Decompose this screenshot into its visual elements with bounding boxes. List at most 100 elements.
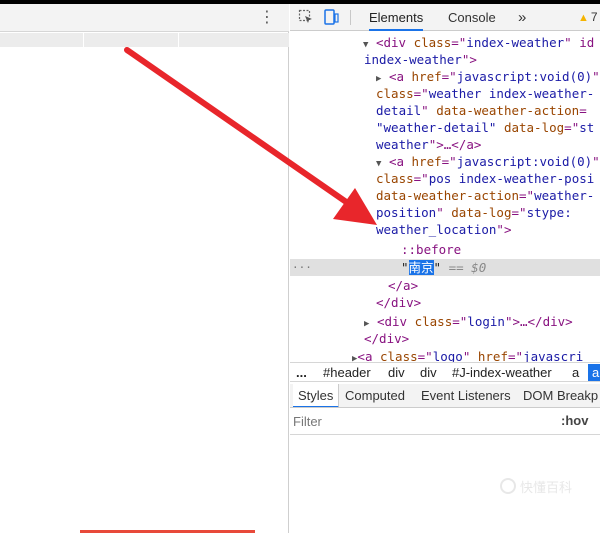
value-token: logo xyxy=(432,349,463,362)
attr-token: href xyxy=(411,69,442,84)
tag-token: ">…</div> xyxy=(504,314,573,329)
tag-token: <a xyxy=(388,154,412,169)
punct-token: =" xyxy=(452,314,468,329)
value-token: login xyxy=(467,314,505,329)
dom-node-selected[interactable]: ··· "南京" == $0 xyxy=(290,259,600,276)
value-token: index-weather xyxy=(466,35,565,50)
breadcrumb-item[interactable]: #J-index-weather xyxy=(452,364,552,381)
value-token: "weather-detail" xyxy=(376,120,497,135)
dom-node-cont: position" data-log="stype: xyxy=(290,204,600,221)
styles-filter-bar: :hov xyxy=(290,409,600,435)
punct-token: =" xyxy=(519,188,535,203)
styles-subtabbar: Styles Computed Event Listeners DOM Brea… xyxy=(290,384,600,408)
dom-node[interactable]: ▼ <a href="javascript:void(0)" xyxy=(290,153,600,170)
punct-token: " xyxy=(421,103,437,118)
punct-token: =" xyxy=(413,171,429,186)
inspect-element-icon[interactable] xyxy=(298,9,314,25)
more-options-icon[interactable]: ⋮ xyxy=(259,9,275,25)
breadcrumb-item[interactable]: a xyxy=(572,364,579,381)
value-token: position xyxy=(376,205,437,220)
punct-token: "> xyxy=(461,52,477,67)
page-toolbar: ⋮ xyxy=(0,4,289,32)
expand-triangle-icon[interactable]: ▶ xyxy=(376,74,381,84)
dom-close-tag[interactable]: </a> xyxy=(290,277,600,294)
tab-dom-breakpoints[interactable]: DOM Breakp xyxy=(523,384,598,407)
more-tabs-icon[interactable]: » xyxy=(518,4,526,31)
collapse-triangle-icon[interactable]: ▼ xyxy=(376,159,381,169)
tag-token: <div xyxy=(376,314,415,329)
attr-token: data-weather-action xyxy=(436,103,580,118)
tab-separator xyxy=(350,10,351,25)
dom-close-tag[interactable]: </div> xyxy=(290,330,600,347)
warning-icon: ▲ xyxy=(578,12,589,24)
tab-elements[interactable]: Elements xyxy=(369,4,424,31)
dom-node[interactable]: ▶<a class="logo" href="javascri xyxy=(290,348,600,362)
punct-token: =" xyxy=(441,154,457,169)
punct-token xyxy=(496,120,504,135)
punct-token: " xyxy=(436,205,452,220)
tag-token: </div> xyxy=(376,295,422,310)
warning-count: 7 xyxy=(590,10,598,24)
device-toolbar-icon[interactable] xyxy=(323,9,339,25)
attr-token: class xyxy=(376,171,414,186)
punct-token: " xyxy=(592,69,600,84)
punct-token: =" xyxy=(451,35,467,50)
tab-console[interactable]: Console xyxy=(448,4,496,31)
breadcrumb-overflow[interactable]: ... xyxy=(296,364,307,381)
dom-node-cont: class="pos index-weather-posi xyxy=(290,170,600,187)
tag-token: <div xyxy=(375,35,414,50)
punct-token: =" xyxy=(507,349,524,362)
page-header-strip xyxy=(0,33,289,47)
strip-segment xyxy=(84,33,179,47)
punct-token: =" xyxy=(413,86,429,101)
expand-triangle-icon[interactable]: ▶ xyxy=(364,319,369,329)
watermark: 快懂百科 xyxy=(500,476,582,496)
punct-token: " xyxy=(433,260,442,275)
node-actions-icon[interactable]: ··· xyxy=(292,259,312,276)
punct-token: =" xyxy=(441,69,457,84)
breadcrumb-item[interactable]: #header xyxy=(323,364,371,381)
punct-token: " xyxy=(401,260,409,275)
attr-token: data-log xyxy=(503,120,565,135)
dom-node-cont: weather">…</a> xyxy=(290,136,600,153)
tag-token: <a xyxy=(357,349,380,362)
dom-node-cont: data-weather-action="weather- xyxy=(290,187,600,204)
styles-filter-input[interactable] xyxy=(290,409,540,434)
dom-node[interactable]: ▶ <div class="login">…</div> xyxy=(290,313,600,330)
attr-token: class xyxy=(380,349,418,362)
dom-tree[interactable]: ▼ <div class="index-weather" id index-we… xyxy=(290,31,600,362)
hov-toggle-button[interactable]: :hov xyxy=(561,413,588,428)
dom-pseudo-before[interactable]: ::before xyxy=(290,241,600,258)
selected-text-node[interactable]: 南京 xyxy=(408,260,434,275)
value-token: pos index-weather-posi xyxy=(428,171,595,186)
breadcrumb-item[interactable]: div xyxy=(420,364,437,381)
value-token: weather- xyxy=(534,188,595,203)
breadcrumb-item[interactable]: div xyxy=(388,364,405,381)
dom-node[interactable]: ▼ <div class="index-weather" id xyxy=(290,34,600,51)
tag-token: </a> xyxy=(388,278,419,293)
collapse-triangle-icon[interactable]: ▼ xyxy=(363,40,368,50)
punct-token: "> xyxy=(496,222,512,237)
value-token: stype: xyxy=(526,205,572,220)
punct-token: " xyxy=(592,154,600,169)
attr-token: data-log xyxy=(451,205,512,220)
warning-counter[interactable]: ▲ 7 xyxy=(578,4,598,31)
dom-node[interactable]: ▶ <a href="javascript:void(0)" xyxy=(290,68,600,85)
breadcrumb: ... #header div div #J-index-weather a a xyxy=(290,362,600,382)
devtools-tabbar: Elements Console » ▲ 7 xyxy=(290,4,600,31)
punct-token: " xyxy=(462,349,478,362)
value-token: weather_location xyxy=(376,222,497,237)
dollar-zero-marker: == $0 xyxy=(441,260,487,275)
punct-token: = xyxy=(579,103,587,118)
breadcrumb-item-active[interactable]: a xyxy=(588,364,600,381)
attr-token: href xyxy=(411,154,442,169)
tab-event-listeners[interactable]: Event Listeners xyxy=(421,384,511,407)
punct-token: " id xyxy=(564,35,595,50)
attr-token: data-weather-action xyxy=(376,188,519,203)
value-token: index-weather xyxy=(364,52,462,67)
dom-close-tag[interactable]: </div> xyxy=(290,294,600,311)
attr-token: href xyxy=(477,349,508,362)
watermark-logo-icon xyxy=(500,478,516,494)
tab-styles[interactable]: Styles xyxy=(293,384,340,407)
tab-computed[interactable]: Computed xyxy=(345,384,405,407)
